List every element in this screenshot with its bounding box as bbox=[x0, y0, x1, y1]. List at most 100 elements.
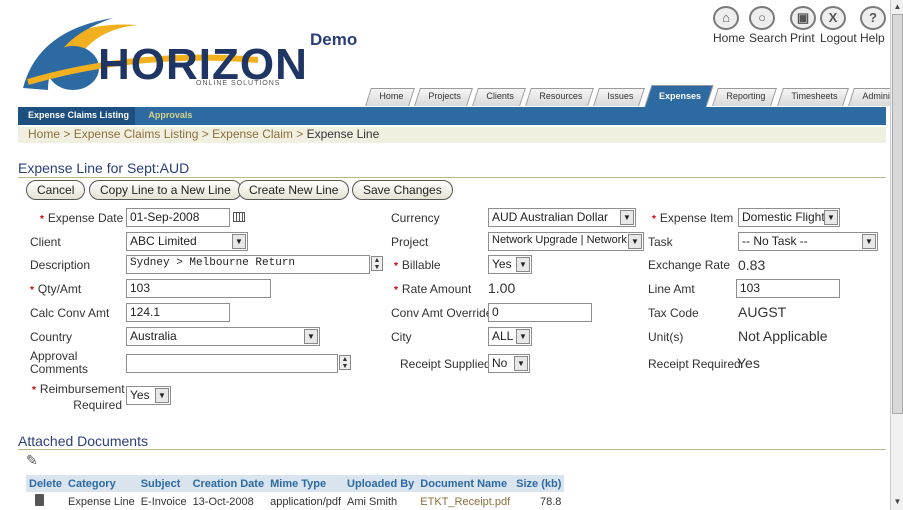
rate-amount-label: * Rate Amount bbox=[394, 282, 472, 296]
required-marker: * bbox=[30, 285, 34, 296]
title-divider bbox=[18, 177, 886, 178]
qty-amt-label: * Qty/Amt bbox=[30, 282, 82, 296]
calc-conv-amt-field[interactable]: 124.1 bbox=[126, 303, 230, 322]
column-header: Delete bbox=[26, 475, 66, 492]
chevron-down-icon: ▼ bbox=[516, 329, 530, 344]
expense-item-label: * Expense Item bbox=[652, 211, 734, 225]
attached-divider bbox=[18, 449, 886, 450]
mime-type-cell: application/pdf bbox=[270, 495, 342, 508]
description-field[interactable]: Sydney > Melbourne Return bbox=[126, 255, 370, 274]
vertical-scrollbar[interactable]: ▲ ▼ bbox=[890, 0, 903, 510]
breadcrumb: Home > Expense Claims Listing > Expense … bbox=[18, 127, 886, 143]
reimbursement-select[interactable]: Yes ▼ bbox=[126, 386, 171, 405]
line-amt-label: Line Amt bbox=[648, 282, 695, 296]
tab-reporting[interactable]: Reporting bbox=[712, 88, 778, 106]
app-header: HORIZON ONLINE SOLUTIONS Demo ⌂ Home ○ S… bbox=[0, 0, 903, 114]
breadcrumb-home[interactable]: Home bbox=[28, 127, 60, 141]
calendar-icon[interactable] bbox=[233, 212, 245, 222]
chevron-down-icon: ▼ bbox=[628, 234, 642, 249]
conv-amt-override-field[interactable]: 0 bbox=[488, 303, 592, 322]
chevron-down-icon: ▼ bbox=[620, 210, 634, 225]
column-header: Document Name bbox=[417, 475, 514, 492]
required-marker: * bbox=[32, 385, 36, 396]
chevron-down-icon: ▼ bbox=[514, 356, 528, 371]
tab-issues[interactable]: Issues bbox=[593, 88, 646, 106]
attached-documents-title: Attached Documents bbox=[18, 433, 148, 449]
breadcrumb-expense-claims-listing[interactable]: Expense Claims Listing bbox=[74, 127, 199, 141]
column-header: Mime Type bbox=[267, 475, 345, 492]
currency-select[interactable]: AUD Australian Dollar ▼ bbox=[488, 208, 636, 227]
chevron-down-icon: ▼ bbox=[155, 388, 169, 403]
exchange-rate-label: Exchange Rate bbox=[648, 258, 731, 272]
expense-date-field[interactable]: 01-Sep-2008 bbox=[126, 208, 230, 227]
tax-code-value: AUGST bbox=[738, 304, 787, 320]
column-header: Uploaded By bbox=[344, 475, 418, 492]
print-icon: ▣ bbox=[790, 6, 816, 30]
approval-comments-field[interactable] bbox=[126, 354, 338, 373]
description-scroll-icon[interactable]: ▲ ▼ bbox=[371, 256, 383, 271]
country-select[interactable]: Australia ▼ bbox=[126, 327, 320, 346]
tab-timesheets[interactable]: Timesheets bbox=[776, 88, 849, 106]
receipt-required-label: Receipt Required bbox=[648, 357, 741, 371]
main-tabs: Home Projects Clients Resources Issues E… bbox=[365, 85, 903, 107]
logout-link[interactable]: X Logout bbox=[820, 6, 857, 45]
cancel-button[interactable]: Cancel bbox=[26, 180, 86, 200]
home-link[interactable]: ⌂ Home bbox=[713, 6, 745, 45]
column-header: Creation Date bbox=[189, 475, 268, 492]
task-label: Task bbox=[648, 235, 673, 249]
subtab-expense-claims-listing[interactable]: Expense Claims Listing bbox=[18, 107, 136, 125]
required-marker: * bbox=[394, 285, 398, 296]
qty-amt-field[interactable]: 103 bbox=[126, 279, 271, 298]
required-marker: * bbox=[652, 214, 656, 225]
comments-scroll-icon[interactable]: ▲ ▼ bbox=[339, 355, 351, 370]
billable-select[interactable]: Yes ▼ bbox=[488, 255, 532, 274]
receipt-supplied-label: Receipt Supplied bbox=[400, 357, 491, 371]
breadcrumb-expense-claim[interactable]: Expense Claim bbox=[212, 127, 293, 141]
description-label: Description bbox=[30, 258, 91, 272]
tab-expenses[interactable]: Expenses bbox=[644, 85, 714, 107]
scroll-down-icon[interactable]: ▼ bbox=[892, 496, 903, 508]
save-changes-button[interactable]: Save Changes bbox=[352, 180, 453, 200]
units-label: Unit(s) bbox=[648, 330, 684, 344]
paperclip-icon[interactable]: ✎ bbox=[26, 452, 38, 469]
project-label: Project bbox=[391, 235, 429, 249]
reimbursement-required-label: * Reimbursement Required bbox=[32, 382, 125, 412]
copy-line-button[interactable]: Copy Line to a New Line bbox=[89, 180, 242, 200]
tab-clients[interactable]: Clients bbox=[472, 88, 526, 106]
tax-code-label: Tax Code bbox=[648, 306, 699, 320]
create-new-line-button[interactable]: Create New Line bbox=[238, 180, 350, 200]
subtab-approvals[interactable]: Approvals bbox=[138, 107, 198, 125]
calc-conv-amt-label: Calc Conv Amt bbox=[30, 306, 110, 320]
size-cell: 78.8 bbox=[539, 495, 562, 508]
line-amt-field[interactable]: 103 bbox=[736, 279, 840, 298]
scroll-up-icon[interactable]: ▲ bbox=[892, 1, 903, 13]
tab-resources[interactable]: Resources bbox=[525, 88, 595, 106]
required-marker: * bbox=[394, 261, 398, 272]
document-name-link[interactable]: ETKT_Receipt.pdf bbox=[417, 492, 513, 510]
billable-label: * Billable bbox=[394, 258, 441, 272]
client-select[interactable]: ABC Limited ▼ bbox=[126, 232, 248, 251]
project-select[interactable]: Network Upgrade | Network ▼ bbox=[488, 232, 644, 251]
country-label: Country bbox=[30, 330, 73, 344]
chevron-down-icon: ▼ bbox=[304, 329, 318, 344]
category-cell: Expense Line bbox=[68, 495, 135, 508]
search-link[interactable]: ○ Search bbox=[749, 6, 787, 45]
breadcrumb-current: Expense Line bbox=[306, 127, 380, 141]
scrollbar-thumb[interactable] bbox=[892, 14, 903, 414]
city-label: City bbox=[391, 330, 412, 344]
city-select[interactable]: ALL ▼ bbox=[488, 327, 532, 346]
chevron-down-icon: ▼ bbox=[516, 257, 530, 272]
tab-projects[interactable]: Projects bbox=[414, 88, 473, 106]
trash-icon[interactable] bbox=[35, 494, 44, 506]
chevron-down-icon: ▼ bbox=[824, 210, 838, 225]
home-icon: ⌂ bbox=[713, 6, 739, 30]
expense-date-label: * Expense Date bbox=[40, 211, 124, 225]
expense-item-select[interactable]: Domestic Flight ▼ bbox=[738, 208, 840, 227]
task-select[interactable]: -- No Task -- ▼ bbox=[738, 232, 878, 251]
tab-home[interactable]: Home bbox=[365, 88, 415, 106]
receipt-supplied-select[interactable]: No ▼ bbox=[488, 354, 530, 373]
help-link[interactable]: ? Help bbox=[860, 6, 886, 45]
print-link[interactable]: ▣ Print bbox=[790, 6, 816, 45]
subject-cell: E-Invoice bbox=[140, 495, 187, 508]
exchange-rate-value: 0.83 bbox=[738, 257, 766, 273]
